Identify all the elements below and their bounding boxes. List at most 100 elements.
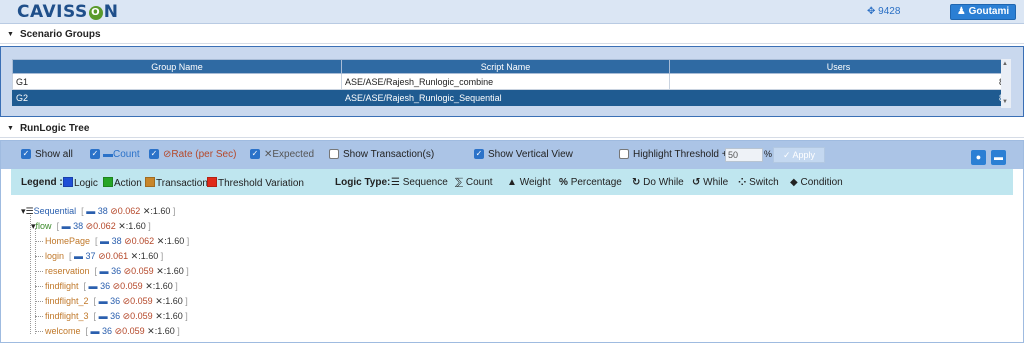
col-script-name[interactable]: Script Name: [341, 59, 670, 74]
tree-connector: [35, 331, 43, 332]
expected-icon: ✕: [118, 221, 126, 231]
expected-icon: ✕: [156, 266, 164, 276]
tree-node-transaction[interactable]: HomePage [ ▬ 38 ⊘0.062 ✕:1.60 ]: [45, 235, 189, 247]
highlight-checkbox[interactable]: [619, 149, 629, 159]
rate-icon: ⊘: [124, 236, 132, 246]
tree-node-transaction[interactable]: login [ ▬ 37 ⊘0.061 ✕:1.60 ]: [45, 250, 163, 262]
switch-icon: ⁘: [738, 177, 747, 188]
legend-label: Legend :: [21, 177, 63, 188]
count-type-icon: ⅀: [455, 177, 464, 188]
logic-switch: ⁘ Switch: [738, 177, 779, 188]
tree-node-transaction[interactable]: welcome [ ▬ 36 ⊘0.059 ✕:1.60 ]: [45, 325, 180, 337]
tree-connector: [35, 241, 43, 242]
count-checkbox[interactable]: ✓: [90, 149, 100, 159]
rate-checkbox[interactable]: ✓: [149, 149, 159, 159]
show-all-checkbox[interactable]: ✓: [21, 149, 31, 159]
user-name: Goutami: [968, 6, 1010, 17]
logic-do-while: ↻ Do While: [632, 177, 684, 188]
runlogic-panel: ✓ Show all ✓ ▬Count ✓ ⊘Rate (per Sec) ✓ …: [0, 140, 1024, 343]
col-users[interactable]: Users: [669, 59, 1008, 74]
tree-connector: [35, 256, 43, 257]
collapse-triangle-icon: ▼: [7, 31, 14, 38]
user-button[interactable]: ♟ Goutami: [950, 4, 1016, 20]
session-indicator[interactable]: ✥ 9428: [867, 6, 900, 17]
percent-label: %: [764, 149, 773, 159]
count-icon: ▬: [61, 221, 74, 231]
show-transactions-label: Show Transaction(s): [343, 149, 435, 160]
table-row[interactable]: G1 ASE/ASE/Rajesh_Runlogic_combine 8: [12, 73, 1008, 90]
scroll-up-icon[interactable]: ▲: [1002, 61, 1008, 67]
count-icon: ▬: [90, 326, 103, 336]
sequence-icon: ☰: [391, 177, 400, 188]
tree-node-sequential[interactable]: ▾☰Sequential [ ▬ 38 ⊘0.062 ✕:1.60 ]: [21, 205, 175, 217]
script-cell: ASE/ASE/Rajesh_Runlogic_Sequential: [341, 89, 670, 106]
rate-icon: ⊘: [114, 326, 123, 336]
check-icon: ✓: [782, 150, 791, 160]
runlogic-tree-header[interactable]: ▼ RunLogic Tree: [0, 120, 1024, 138]
logic-weight: ▲ Weight: [507, 177, 551, 188]
do-while-icon: ↻: [632, 177, 641, 188]
legend-action: Action: [103, 177, 142, 189]
sequence-icon: ☰: [25, 206, 34, 216]
transaction-swatch: [145, 177, 155, 187]
scroll-down-icon[interactable]: ▼: [1002, 99, 1008, 105]
rate-icon: ⊘: [110, 206, 118, 216]
tree-node-flow[interactable]: ▾flow [ ▬ 38 ⊘0.062 ✕:1.60 ]: [31, 220, 151, 232]
legend-bar: Legend : Logic Action Transaction Thresh…: [11, 169, 1013, 195]
expand-icon[interactable]: ●: [971, 150, 986, 165]
expected-icon: ✕: [155, 311, 163, 321]
count-label: ▬Count: [103, 149, 140, 160]
scenario-groups-panel: Group Name Script Name Users G1 ASE/ASE/…: [0, 46, 1024, 117]
logic-count: ⅀ Count: [455, 177, 493, 188]
user-icon: ♟: [956, 6, 966, 17]
legend-logic: Logic: [63, 177, 98, 189]
percentage-icon: %: [559, 177, 568, 188]
show-vertical-label: Show Vertical View: [488, 149, 573, 160]
runlogic-tree: ▾☰Sequential [ ▬ 38 ⊘0.062 ✕:1.60 ] ▾flo…: [11, 195, 1013, 344]
count-icon: ▬: [86, 206, 98, 216]
show-transactions-checkbox[interactable]: [329, 149, 339, 159]
tree-connector: [35, 316, 43, 317]
rate-icon: ⊘: [98, 251, 106, 261]
highlight-label: Highlight Threshold +/-: [633, 149, 734, 160]
show-vertical-checkbox[interactable]: ✓: [474, 149, 484, 159]
threshold-swatch: [207, 177, 217, 187]
logic-while: ↺ While: [692, 177, 729, 188]
condition-icon: ◆: [790, 177, 798, 188]
top-bar: CAVISS O N ✥ 9428 ♟ Goutami: [0, 0, 1024, 24]
tree-node-transaction[interactable]: findflight_3 [ ▬ 36 ⊘0.059 ✕:1.60 ]: [45, 310, 188, 322]
col-group-name[interactable]: Group Name: [12, 59, 342, 74]
rate-icon: ⊘: [123, 266, 132, 276]
rate-icon: ⊘: [112, 281, 121, 291]
tree-node-transaction[interactable]: findflight_2 [ ▬ 36 ⊘0.059 ✕:1.60 ]: [45, 295, 188, 307]
count-icon: ▬: [100, 236, 112, 246]
expected-icon: ✕: [147, 326, 155, 336]
action-swatch: [103, 177, 113, 187]
expected-icon: ✕: [155, 296, 163, 306]
weight-icon: ▲: [507, 177, 517, 188]
users-cell: 8: [669, 73, 1008, 90]
scenario-groups-header[interactable]: ▼ Scenario Groups: [0, 26, 1024, 44]
runlogic-tree-title: RunLogic Tree: [19, 123, 90, 134]
count-icon: ▬: [88, 281, 101, 291]
users-cell: 8: [669, 89, 1008, 106]
show-all-label: Show all: [35, 149, 73, 160]
threshold-input[interactable]: 50: [725, 148, 763, 162]
tree-node-transaction[interactable]: reservation [ ▬ 36 ⊘0.059 ✕:1.60 ]: [45, 265, 189, 277]
tree-node-transaction[interactable]: findflight [ ▬ 36 ⊘0.059 ✕:1.60 ]: [45, 280, 178, 292]
tree-connector: [35, 271, 43, 272]
tree-connector: [35, 286, 43, 287]
group-cell: G1: [12, 73, 342, 90]
logic-sequence: ☰ Sequence: [391, 177, 448, 188]
collapse-icon[interactable]: ▬: [991, 150, 1006, 165]
count-icon: ▬: [99, 266, 112, 276]
logic-type-label: Logic Type:: [335, 177, 391, 188]
table-row-selected[interactable]: G2 ASE/ASE/Rajesh_Runlogic_Sequential 8: [12, 89, 1008, 106]
cavisson-logo: CAVISS O N: [17, 2, 119, 22]
expected-label: ✕Expected: [264, 149, 315, 160]
apply-button[interactable]: ✓ Apply: [773, 147, 825, 163]
tree-connector: [35, 301, 43, 302]
expected-checkbox[interactable]: ✓: [250, 149, 260, 159]
legend-threshold: Threshold Variation: [207, 177, 304, 189]
collapse-triangle-icon: ▼: [7, 125, 14, 132]
